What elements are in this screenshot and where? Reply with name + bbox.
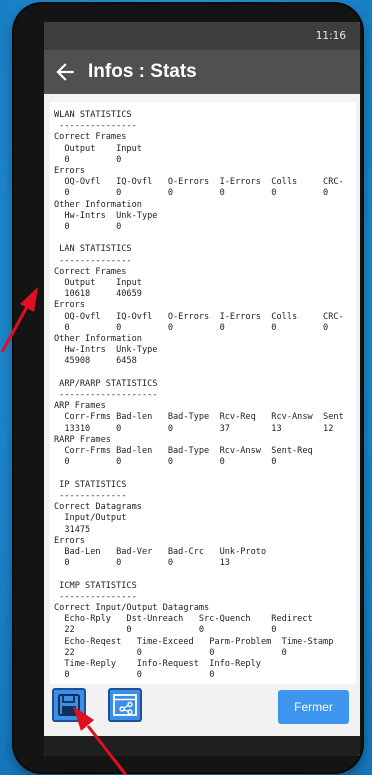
annotation-arrow-shaft-bottom (86, 725, 128, 775)
annotation-arrowhead-top (20, 287, 38, 312)
annotation-overlay (0, 287, 128, 775)
annotation-arrow-shaft-top (0, 304, 30, 353)
